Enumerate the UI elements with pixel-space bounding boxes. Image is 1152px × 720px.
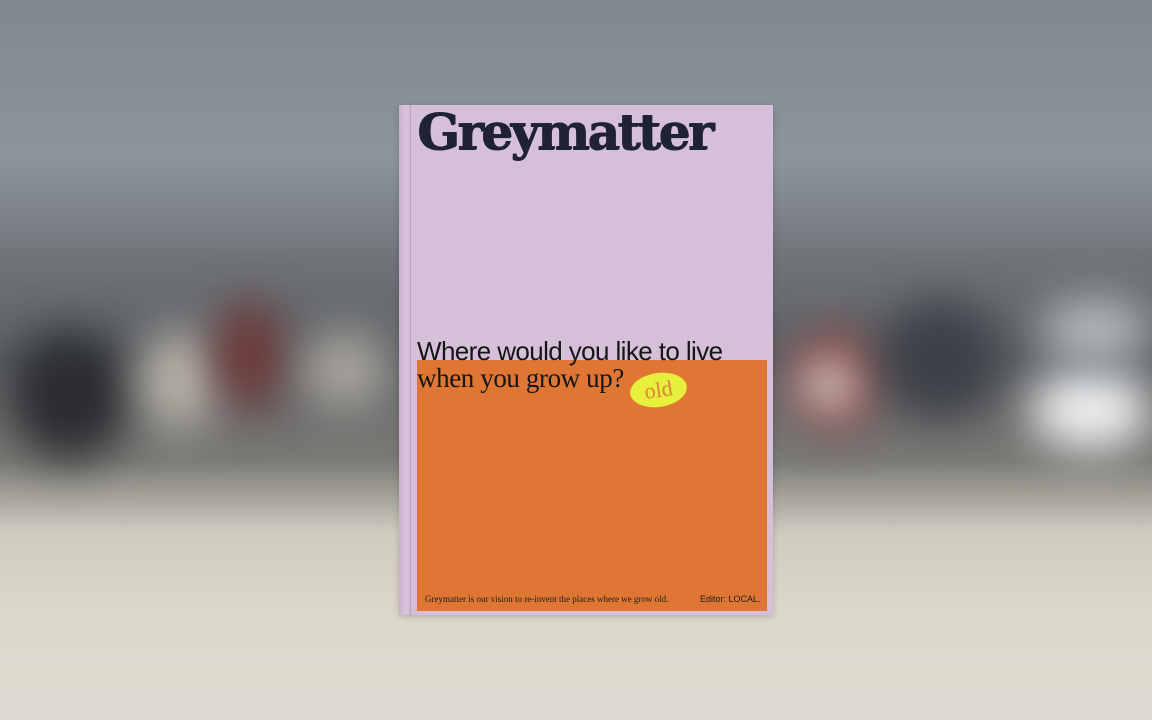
orange-color-block (417, 360, 767, 611)
magazine-cover: Greymatter Where would you like to live … (399, 105, 773, 615)
background-red-shape (215, 300, 285, 410)
sticker-label: old (642, 375, 675, 404)
background-light-shape (140, 330, 220, 430)
background-white-shape (1030, 370, 1150, 450)
background-dark-shape (880, 300, 1000, 420)
background-white-shape (1040, 300, 1150, 360)
magazine-logo: Greymatter (417, 102, 714, 161)
background-pale-shape (300, 330, 390, 410)
cover-headline-line-2: when you grow up? (417, 363, 624, 393)
spine-crease (410, 105, 411, 615)
cover-editor-credit: Editor: LOCAL. (700, 594, 761, 604)
background-dark-shape (10, 330, 130, 460)
cover-headline-line-1: Where would you like to live (417, 336, 723, 366)
cover-tagline: Greymatter is our vision to re-invent th… (425, 594, 669, 604)
background-light-shape (800, 360, 860, 410)
